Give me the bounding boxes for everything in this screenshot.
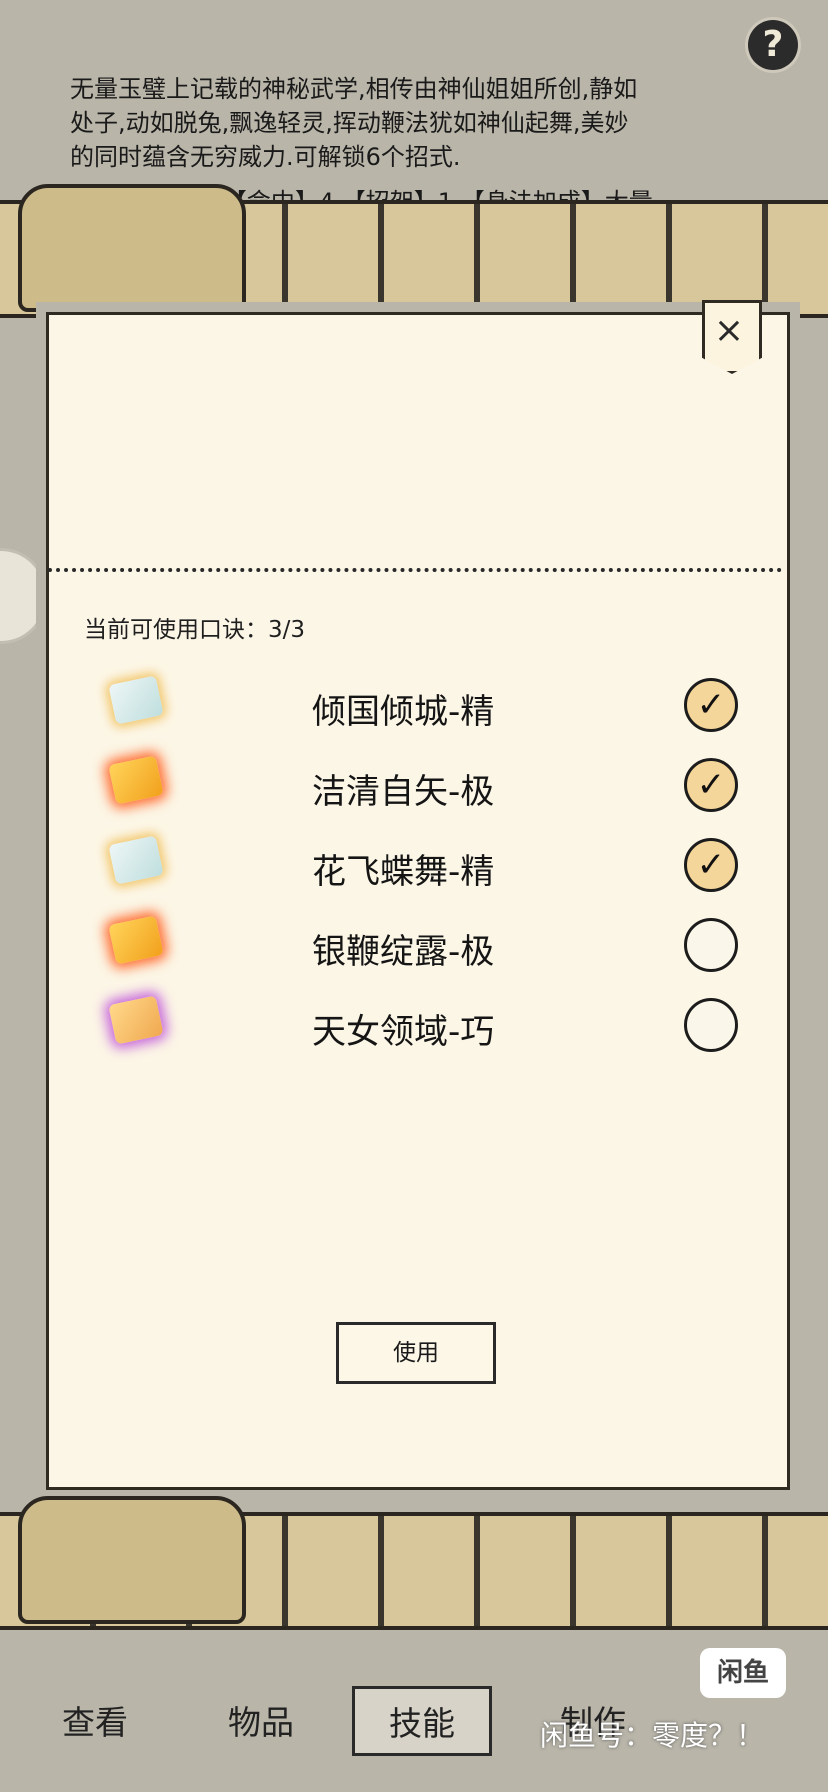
mantra-row[interactable]: 花飞蝶舞-精 ✓ [92, 835, 752, 896]
mantra-name: 银鞭绽露-极 [312, 932, 495, 972]
help-icon[interactable]: ? [748, 20, 798, 70]
checkbox-checked-icon[interactable]: ✓ [684, 678, 738, 732]
scroll-rod-bottom [0, 1496, 828, 1630]
divider [48, 568, 782, 572]
mantra-count: 当前可使用口诀：3/3 [84, 617, 306, 643]
nav-skills[interactable]: 技能 [352, 1686, 492, 1756]
use-button[interactable]: 使用 [336, 1322, 496, 1384]
description-line-3: 的同时蕴含无穷威力.可解锁6个招式. [70, 143, 461, 171]
description-line-1: 无量玉璧上记载的神秘武学,相传由神仙姐姐所创,静如 [70, 75, 638, 103]
side-tab[interactable] [0, 548, 47, 644]
nav-items[interactable]: 物品 [228, 1696, 294, 1744]
close-icon[interactable]: × [702, 306, 756, 356]
checkbox-checked-icon[interactable]: ✓ [684, 758, 738, 812]
scroll-icon [108, 755, 164, 805]
mantra-panel [46, 312, 790, 1490]
mantra-name: 洁清自矢-极 [312, 772, 495, 812]
scroll-icon [108, 675, 164, 725]
scroll-icon [108, 995, 164, 1045]
watermark-text: 闲鱼号：零度？！ [540, 1719, 765, 1752]
scroll-icon [108, 835, 164, 885]
mantra-row[interactable]: 倾国倾城-精 ✓ [92, 675, 752, 736]
mantra-row[interactable]: 天女领域-巧 [92, 995, 752, 1056]
watermark-logo: 闲鱼 [700, 1648, 786, 1698]
mantra-row[interactable]: 银鞭绽露-极 [92, 915, 752, 976]
description-line-2: 处子,动如脱兔,飘逸轻灵,挥动鞭法犹如神仙起舞,美妙 [70, 109, 629, 137]
checkbox-empty-icon[interactable] [684, 918, 738, 972]
nav-view[interactable]: 查看 [62, 1696, 128, 1744]
mantra-name: 天女领域-巧 [312, 1012, 495, 1052]
mantra-name: 花飞蝶舞-精 [312, 852, 495, 892]
scroll-icon [108, 915, 164, 965]
checkbox-checked-icon[interactable]: ✓ [684, 838, 738, 892]
mantra-name: 倾国倾城-精 [312, 692, 495, 732]
mantra-row[interactable]: 洁清自矢-极 ✓ [92, 755, 752, 816]
checkbox-empty-icon[interactable] [684, 998, 738, 1052]
skill-description: 无量玉璧上记载的神秘武学,相传由神仙姐姐所创,静如 处子,动如脱兔,飘逸轻灵,挥… [70, 72, 770, 174]
